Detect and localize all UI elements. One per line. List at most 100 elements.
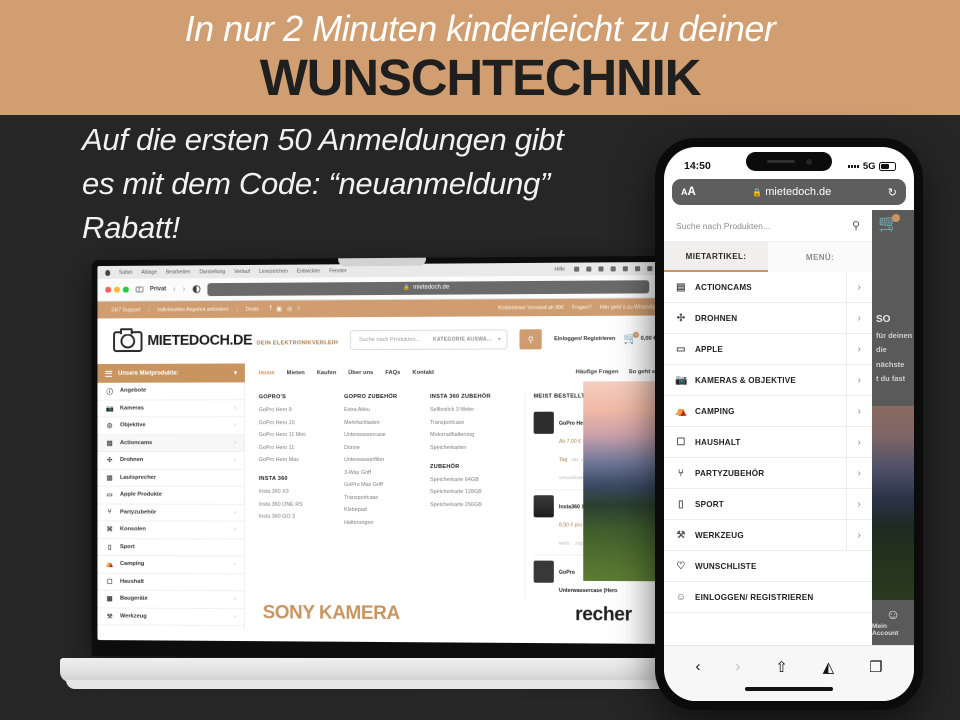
menu-item-sport[interactable]: ▯ SPORT › (664, 489, 872, 520)
menubar-item[interactable]: Lesezeichen (259, 268, 288, 274)
mega-item[interactable]: Dünne (344, 444, 416, 451)
menubar-item[interactable]: Ablage (141, 269, 157, 275)
chevron-right-icon[interactable]: › (846, 489, 861, 519)
login-register-link[interactable]: Einloggen/ Registrieren (554, 336, 615, 342)
mega-item[interactable]: Speicherkarte 128GB (430, 489, 510, 495)
search-input[interactable]: Suche nach Produkten... KATEGORIE AUSWA.… (350, 329, 508, 351)
sidebar-item-partyzubehoer[interactable]: ⑂ Partyzubehör › (97, 504, 244, 522)
facebook-icon[interactable]: f (270, 306, 272, 313)
chevron-right-icon[interactable]: › (846, 272, 861, 302)
sidebar-item-haushalt[interactable]: ☐ Haushalt (97, 573, 244, 592)
mega-item[interactable]: Insta 360 GO 3 (259, 514, 330, 520)
chevron-down-icon[interactable]: ▾ (498, 336, 501, 342)
sidebar-item-actioncams[interactable]: ▤ Actioncams › (97, 434, 244, 453)
nav-link-ueber-uns[interactable]: Über uns (348, 370, 373, 376)
menu-item-partyzubehoer[interactable]: ⑂ PARTYZUBEHÖR › (664, 458, 872, 489)
mega-item[interactable]: GoPro Max Griff (344, 482, 416, 488)
mega-item[interactable]: Transportcase (430, 419, 510, 425)
youtube-icon[interactable]: ◎ (287, 306, 292, 313)
tabs-icon[interactable]: ❐ (869, 658, 882, 676)
address-bar[interactable]: 🔒 mietedoch.de (206, 279, 650, 296)
instagram-icon[interactable]: ▣ (276, 306, 282, 313)
menu-item-drohnen[interactable]: ✣ DROHNEN › (664, 303, 872, 334)
sidebar-item-lautsprecher[interactable]: ▥ Lautsprecher (97, 469, 244, 487)
mega-item[interactable]: GoPro Hero 10 (259, 420, 330, 426)
search-icon[interactable]: ⚲ (852, 219, 860, 232)
phone-cart-button[interactable]: 🛒 (878, 214, 901, 234)
back-arrow-icon[interactable]: ‹ (173, 284, 176, 293)
mega-item[interactable]: Extra Akku (344, 407, 416, 413)
phone-search-input[interactable]: Suche nach Produkten... ⚲ (664, 210, 872, 242)
my-account-button[interactable]: ☺ Mein Account (872, 600, 914, 644)
share-icon[interactable]: ⇧ (775, 658, 788, 676)
sidebar-item-apple-produkte[interactable]: ▭ Apple Produkte (97, 486, 244, 505)
menu-item-werkzeug[interactable]: ⚒ WERKZEUG › (664, 520, 872, 551)
nav-link-haeufige-fragen[interactable]: Häufige Fragen (576, 369, 619, 375)
maximize-icon[interactable] (122, 286, 129, 293)
chevron-right-icon[interactable]: › (846, 427, 861, 457)
menu-item-haushalt[interactable]: ☐ HAUSHALT › (664, 427, 872, 458)
menubar-item[interactable]: Bearbeiten (166, 269, 191, 275)
nav-link-kaufen[interactable]: Kaufen (317, 370, 337, 376)
whatsapp-link[interactable]: Hier geht´s zu WhatsApp (600, 304, 659, 310)
sidebar-item-camping[interactable]: ⛺ Camping › (97, 555, 244, 574)
mega-item[interactable]: Unterwassercase (344, 432, 416, 438)
mega-item[interactable]: 3-Way Griff (344, 469, 416, 475)
close-icon[interactable] (105, 287, 111, 293)
bookmarks-icon[interactable]: ◭ (823, 658, 835, 676)
reload-icon[interactable]: ↻ (888, 186, 897, 199)
mega-item[interactable]: Insta 360 ONE RS (259, 501, 330, 507)
products-dropdown-button[interactable]: Unsere Mietprodukte: ▾ (97, 363, 245, 383)
chevron-right-icon[interactable]: › (846, 334, 861, 364)
menu-item-camping[interactable]: ⛺ CAMPING › (664, 396, 872, 427)
menu-item-kameras-objektive[interactable]: 📷 KAMERAS & OBJEKTIVE › (664, 365, 872, 396)
nav-link-faqs[interactable]: FAQs (385, 369, 400, 375)
mega-item[interactable]: GoPro Hero 11 Mini (259, 432, 330, 438)
tiktok-icon[interactable]: ♪ (297, 305, 300, 312)
menubar-item[interactable]: Verlauf (234, 268, 250, 274)
menu-item-wunschliste[interactable]: ♡ WUNSCHLISTE (664, 551, 872, 582)
chevron-right-icon[interactable]: › (846, 396, 861, 426)
sidebar-item-werkzeug[interactable]: ⚒ Werkzeug › (97, 607, 244, 627)
search-button[interactable]: ⚲ (519, 329, 542, 350)
sidebar-item-objektive[interactable]: ◎ Objektive › (97, 417, 244, 435)
mega-item[interactable]: GoPro Hero 11 (259, 445, 330, 451)
sidebar-item-sport[interactable]: ▯ Sport (97, 538, 244, 557)
mega-item[interactable]: Mehrfachladen (344, 419, 416, 426)
site-logo[interactable]: MIETEDOCH.DE DEIN ELEKTRONIKVERLEIH (113, 330, 338, 352)
forward-icon[interactable]: › (735, 658, 740, 675)
menubar-item[interactable]: Safari (119, 269, 132, 275)
social-links[interactable]: f ▣ ◎ ♪ (270, 305, 300, 312)
menu-item-apple[interactable]: ▭ APPLE › (664, 334, 872, 365)
mega-item[interactable]: Halterungen (344, 519, 416, 525)
nav-link-kontakt[interactable]: Kontakt (412, 369, 434, 375)
cart-button[interactable]: 🛒 0 0,00 € (624, 331, 656, 344)
chevron-right-icon[interactable]: › (846, 458, 861, 488)
sidebar-item-kameras[interactable]: 📷 Kameras › (97, 399, 244, 418)
sidebar-item-angebote[interactable]: ⓘ Angebote (97, 382, 244, 401)
reader-mode-icon[interactable] (192, 285, 201, 294)
category-select[interactable]: KATEGORIE AUSWA... (433, 337, 492, 343)
mega-item[interactable]: Unterwasserfilter (344, 457, 416, 463)
sidebar-item-drohnen[interactable]: ✣ Drohnen › (97, 452, 244, 470)
mega-item[interactable]: Motorradhalterung (430, 432, 510, 438)
mega-item[interactable]: GoPro Hero 9 (259, 407, 330, 413)
faq-link[interactable]: Fragen? (572, 304, 592, 310)
minimize-icon[interactable] (114, 286, 120, 293)
topbar-item[interactable]: Deals (246, 306, 259, 312)
menubar-item-help[interactable]: Hilfe (554, 266, 565, 272)
window-controls[interactable] (105, 286, 129, 293)
nav-link-mieten[interactable]: Mieten (287, 370, 305, 376)
forward-arrow-icon[interactable]: › (183, 284, 186, 293)
tab-menue[interactable]: MENÜ: (768, 242, 872, 272)
nav-link-home[interactable]: Home (259, 370, 275, 376)
topbar-item[interactable]: individuelles Angebot anfordern (157, 306, 228, 312)
back-icon[interactable]: ‹ (695, 658, 700, 675)
menu-item-einloggen-registrieren[interactable]: ☺ EINLOGGEN/ REGISTRIEREN (664, 582, 872, 613)
sidebar-item-baugeraete[interactable]: ▦ Baugeräte › (97, 590, 244, 609)
chevron-right-icon[interactable]: › (846, 365, 861, 395)
menubar-item[interactable]: Entwickler (297, 268, 320, 274)
tab-mietartikel[interactable]: MIETARTIKEL: (664, 242, 768, 272)
mega-item[interactable]: Selfiestick 3 Meter (430, 407, 510, 413)
phone-address-bar[interactable]: AA 🔒 mietedoch.de ↻ (672, 179, 906, 205)
